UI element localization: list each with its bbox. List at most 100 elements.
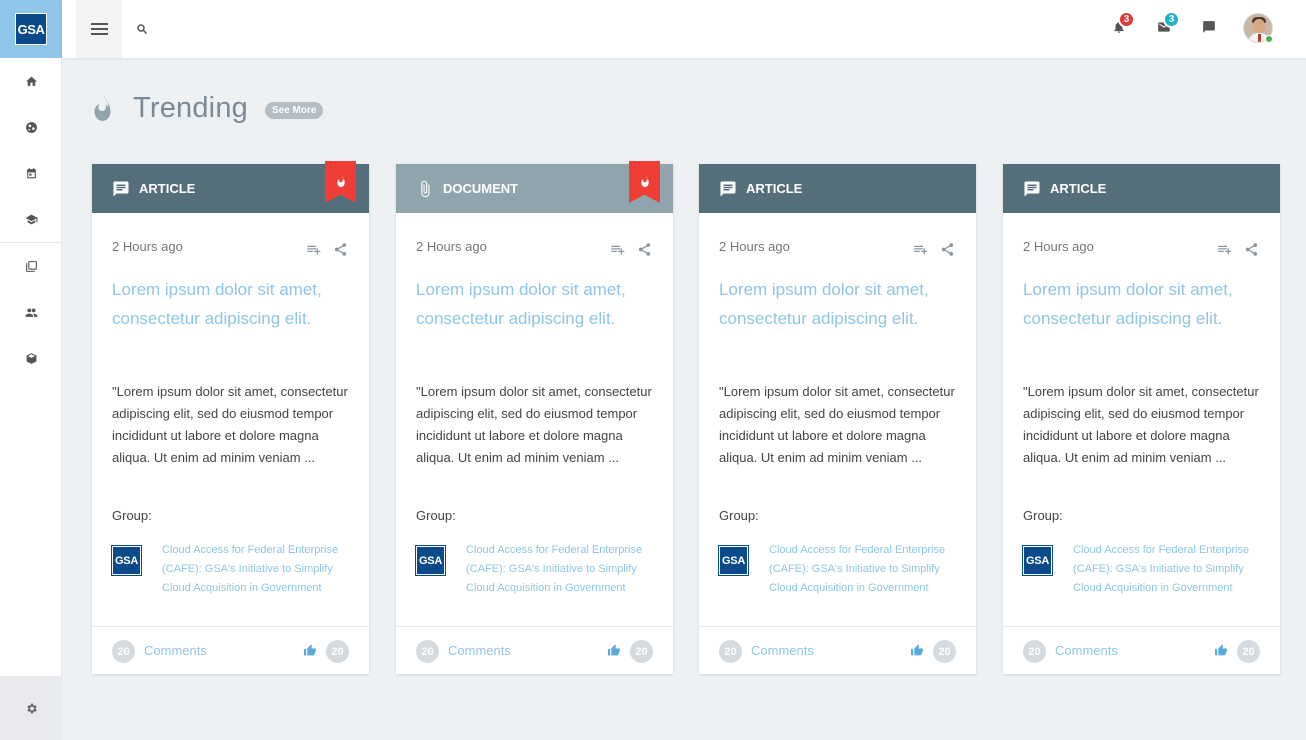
trending-card[interactable]: ARTICLE 2 Hours ago Lorem ipsum dolor si… bbox=[92, 161, 369, 674]
box-icon bbox=[26, 352, 36, 364]
top-bar: 3 3 bbox=[62, 0, 1306, 58]
comments-count: 20 bbox=[416, 640, 439, 663]
card-title-link[interactable]: Lorem ipsum dolor sit amet, consectetur … bbox=[719, 276, 959, 333]
card-type-label: ARTICLE bbox=[139, 181, 196, 196]
page-title: Trending bbox=[133, 91, 248, 124]
calendar-icon bbox=[26, 167, 36, 178]
article-icon bbox=[1024, 181, 1040, 196]
card-excerpt: "Lorem ipsum dolor sit amet, consectetur… bbox=[719, 384, 955, 465]
card-footer: 20 Comments 20 bbox=[699, 626, 976, 674]
article-icon bbox=[113, 181, 129, 196]
notifications-count-badge: 3 bbox=[1118, 11, 1135, 28]
group-label: Group: bbox=[112, 508, 152, 523]
card-type-label: DOCUMENT bbox=[443, 181, 519, 196]
paperclip-icon bbox=[421, 180, 430, 197]
sidebar-item-globe[interactable] bbox=[0, 104, 62, 150]
card-actions bbox=[609, 242, 653, 257]
card-excerpt: "Lorem ipsum dolor sit amet, consectetur… bbox=[416, 384, 652, 465]
add-to-playlist-icon[interactable] bbox=[1216, 242, 1233, 257]
card-title-link[interactable]: Lorem ipsum dolor sit amet, consectetur … bbox=[112, 276, 352, 333]
thumbs-up-icon[interactable] bbox=[303, 644, 317, 657]
card-type-label: ARTICLE bbox=[1050, 181, 1107, 196]
sidebar-item-learning[interactable] bbox=[0, 196, 62, 242]
share-icon[interactable] bbox=[939, 242, 956, 257]
comments-link[interactable]: Comments bbox=[144, 643, 207, 658]
trending-card[interactable]: ARTICLE 2 Hours ago Lorem ipsum dolor si… bbox=[1003, 164, 1280, 674]
card-actions bbox=[305, 242, 349, 257]
page-header: Trending See More bbox=[92, 90, 324, 126]
messages-button[interactable]: 3 bbox=[1157, 11, 1180, 36]
card-timestamp: 2 Hours ago bbox=[1023, 239, 1094, 254]
card-footer: 20 Comments 20 bbox=[1003, 626, 1280, 674]
flame-icon bbox=[640, 175, 649, 187]
home-icon bbox=[25, 76, 37, 86]
share-icon[interactable] bbox=[332, 242, 349, 257]
group-name-link[interactable]: Cloud Access for Federal Enterprise (CAF… bbox=[162, 541, 352, 598]
card-footer: 20 Comments 20 bbox=[396, 626, 673, 674]
card-timestamp: 2 Hours ago bbox=[416, 239, 487, 254]
group-logo[interactable]: GSA bbox=[718, 545, 749, 576]
card-timestamp: 2 Hours ago bbox=[112, 239, 183, 254]
comments-count: 20 bbox=[1023, 640, 1046, 663]
graduation-cap-icon bbox=[25, 214, 37, 224]
messages-count-badge: 3 bbox=[1163, 11, 1180, 28]
card-excerpt: "Lorem ipsum dolor sit amet, consectetur… bbox=[112, 384, 348, 465]
globe-icon bbox=[25, 121, 37, 133]
hamburger-menu-button[interactable] bbox=[76, 0, 122, 58]
thumbs-up-icon[interactable] bbox=[607, 644, 621, 657]
comments-link[interactable]: Comments bbox=[751, 643, 814, 658]
flame-icon bbox=[336, 175, 345, 187]
gsa-logo[interactable]: GSA bbox=[15, 13, 47, 45]
sidebar-item-people[interactable] bbox=[0, 289, 62, 335]
thumbs-up-icon[interactable] bbox=[910, 644, 924, 657]
comments-link[interactable]: Comments bbox=[1055, 643, 1118, 658]
card-header: ARTICLE bbox=[1003, 164, 1280, 213]
card-title-link[interactable]: Lorem ipsum dolor sit amet, consectetur … bbox=[1023, 276, 1263, 333]
share-icon[interactable] bbox=[1243, 242, 1260, 257]
chat-button[interactable] bbox=[1202, 20, 1218, 36]
gear-icon bbox=[26, 703, 37, 713]
sidebar-item-library[interactable] bbox=[0, 243, 62, 289]
comments-link[interactable]: Comments bbox=[448, 643, 511, 658]
card-footer: 20 Comments 20 bbox=[92, 626, 369, 674]
add-to-playlist-icon[interactable] bbox=[609, 242, 626, 257]
logo-area[interactable]: GSA bbox=[0, 0, 62, 58]
trending-card[interactable]: DOCUMENT 2 Hours ago Lorem ipsum dolor s… bbox=[396, 161, 673, 674]
card-actions bbox=[1216, 242, 1260, 257]
card-actions bbox=[912, 242, 956, 257]
add-to-playlist-icon[interactable] bbox=[305, 242, 322, 257]
trending-card[interactable]: ARTICLE 2 Hours ago Lorem ipsum dolor si… bbox=[699, 164, 976, 674]
people-icon bbox=[25, 307, 37, 317]
sidebar-item-home[interactable] bbox=[0, 58, 62, 104]
card-timestamp: 2 Hours ago bbox=[719, 239, 790, 254]
trending-ribbon bbox=[629, 161, 660, 203]
card-type-label: ARTICLE bbox=[746, 181, 803, 196]
notifications-button[interactable]: 3 bbox=[1112, 11, 1135, 36]
see-more-button[interactable]: See More bbox=[264, 101, 324, 119]
likes-count: 20 bbox=[326, 640, 349, 663]
sidebar-item-box[interactable] bbox=[0, 335, 62, 381]
flame-icon bbox=[94, 95, 111, 121]
thumbs-up-icon[interactable] bbox=[1214, 644, 1228, 657]
group-label: Group: bbox=[416, 508, 456, 523]
likes-count: 20 bbox=[1237, 640, 1260, 663]
search-icon[interactable] bbox=[136, 23, 148, 35]
card-excerpt: "Lorem ipsum dolor sit amet, consectetur… bbox=[1023, 384, 1259, 465]
sidebar-item-calendar[interactable] bbox=[0, 150, 62, 196]
comments-count: 20 bbox=[112, 640, 135, 663]
settings-button[interactable] bbox=[0, 676, 62, 740]
add-to-playlist-icon[interactable] bbox=[912, 242, 929, 257]
comments-count: 20 bbox=[719, 640, 742, 663]
group-name-link[interactable]: Cloud Access for Federal Enterprise (CAF… bbox=[769, 541, 959, 598]
share-icon[interactable] bbox=[636, 242, 653, 257]
sidebar: GSA bbox=[0, 0, 62, 740]
group-logo[interactable]: GSA bbox=[415, 545, 446, 576]
online-status-dot bbox=[1265, 35, 1273, 43]
group-logo[interactable]: GSA bbox=[1022, 545, 1053, 576]
trending-ribbon bbox=[325, 161, 356, 203]
group-name-link[interactable]: Cloud Access for Federal Enterprise (CAF… bbox=[1073, 541, 1263, 598]
group-name-link[interactable]: Cloud Access for Federal Enterprise (CAF… bbox=[466, 541, 656, 598]
chat-icon bbox=[1203, 21, 1215, 33]
group-logo[interactable]: GSA bbox=[111, 545, 142, 576]
card-title-link[interactable]: Lorem ipsum dolor sit amet, consectetur … bbox=[416, 276, 656, 333]
